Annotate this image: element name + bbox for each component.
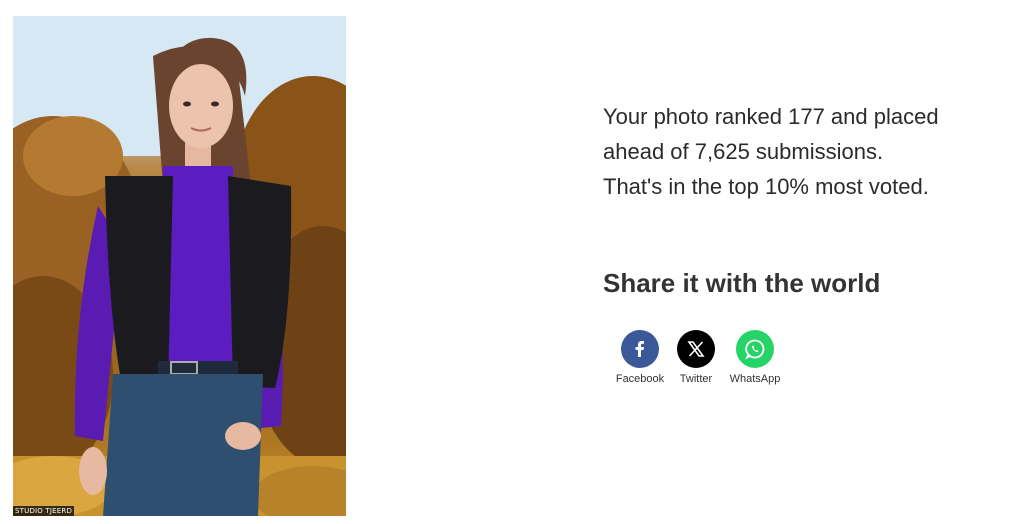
whatsapp-label: WhatsApp [729, 373, 781, 385]
ranking-result: Your photo ranked 177 and placed ahead o… [603, 99, 1013, 204]
photo-illustration [13, 16, 346, 516]
result-line-3: That's in the top 10% most voted. [603, 174, 929, 199]
whatsapp-icon[interactable] [736, 330, 774, 368]
result-line-2: ahead of 7,625 submissions. [603, 139, 884, 164]
twitter-label: Twitter [679, 373, 713, 385]
facebook-share-button[interactable]: Facebook [612, 330, 668, 386]
share-heading: Share it with the world [603, 268, 881, 298]
twitter-share-button[interactable]: Twitter [668, 330, 724, 386]
result-line-1: Your photo ranked 177 and placed [603, 104, 939, 129]
x-icon[interactable] [677, 330, 715, 368]
whatsapp-share-button[interactable]: WhatsApp [724, 330, 786, 386]
photo-watermark: STUDIO TJEERD [13, 506, 75, 516]
share-buttons: Facebook Twitter WhatsApp [612, 330, 786, 386]
submission-photo: STUDIO TJEERD [13, 16, 346, 516]
facebook-label: Facebook [615, 373, 665, 385]
facebook-icon[interactable] [621, 330, 659, 368]
